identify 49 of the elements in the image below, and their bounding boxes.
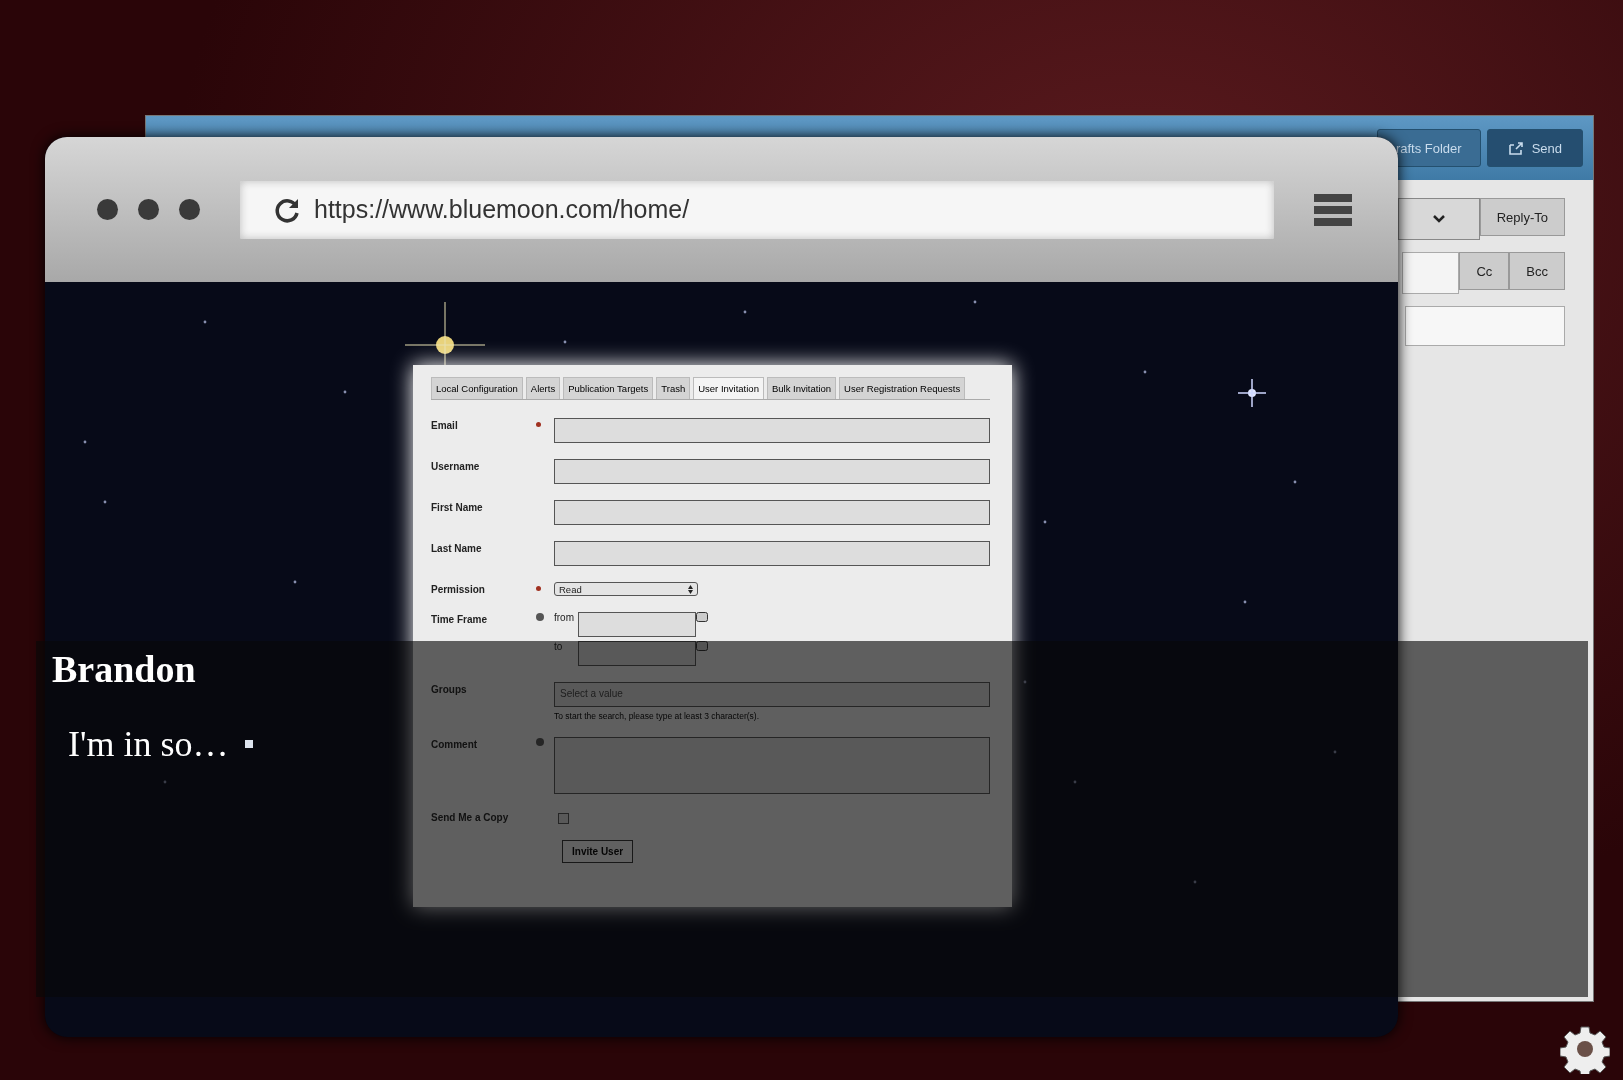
tab[interactable]: Trash (656, 377, 691, 399)
field-label: Comment (431, 738, 479, 750)
share-icon (1507, 141, 1524, 155)
window-dot-icon[interactable] (97, 199, 118, 220)
updown-icon (688, 584, 693, 594)
send-button[interactable]: Send (1486, 129, 1583, 167)
input-field[interactable] (554, 459, 990, 484)
comment-field[interactable] (554, 737, 990, 794)
checkbox[interactable] (558, 813, 569, 824)
date-field[interactable] (578, 612, 696, 637)
field-label: Time Frame (431, 613, 488, 625)
menu-icon[interactable] (1314, 193, 1352, 226)
input-field[interactable] (1402, 252, 1460, 294)
field-label: Email (431, 419, 459, 431)
tab[interactable]: Alerts (525, 377, 561, 399)
field-label: Username (431, 460, 481, 472)
field-label: Permission (431, 583, 486, 595)
tab[interactable]: Bulk Invitation (766, 377, 837, 399)
settings-icon[interactable] (1560, 1024, 1610, 1074)
dropdown[interactable] (1397, 198, 1480, 240)
date-field[interactable] (578, 641, 696, 666)
calendar-icon[interactable] (696, 612, 708, 622)
bcc-button[interactable]: Bcc (1509, 252, 1565, 290)
to-label: to (554, 641, 564, 652)
input-field[interactable] (554, 541, 990, 566)
input-field[interactable] (1405, 306, 1565, 346)
input-field[interactable] (554, 418, 990, 443)
tab[interactable]: User Invitation (693, 377, 764, 399)
tab[interactable]: Local Configuration (431, 377, 523, 399)
reply-to-button[interactable]: Reply-To (1479, 198, 1565, 236)
window-dot-icon[interactable] (138, 199, 159, 220)
tab[interactable]: User Registration Requests (839, 377, 966, 399)
field-label: Send Me a Copy (431, 811, 510, 823)
field-label: First Name (431, 501, 484, 513)
continue-icon[interactable] (244, 740, 253, 748)
input-field[interactable] (554, 500, 990, 525)
dialogue-text: I'm in so… (68, 723, 229, 765)
field-label: Last Name (431, 542, 483, 554)
hint-text: To start the search, please type at least 3 character(s). (554, 711, 761, 721)
permission-dropdown[interactable]: Read (554, 582, 698, 596)
tab[interactable]: Publication Targets (563, 377, 654, 399)
cc-button[interactable]: Cc (1459, 252, 1510, 290)
field-label: Groups (431, 683, 468, 695)
window-dot-icon[interactable] (179, 199, 200, 220)
chevron-icon (1432, 215, 1445, 223)
from-label: from (554, 612, 575, 623)
sparkle-icon (1237, 378, 1267, 408)
speaker-name: Brandon (52, 647, 196, 691)
address-bar[interactable]: https://www.bluemoon.com/home/ (240, 180, 1274, 239)
